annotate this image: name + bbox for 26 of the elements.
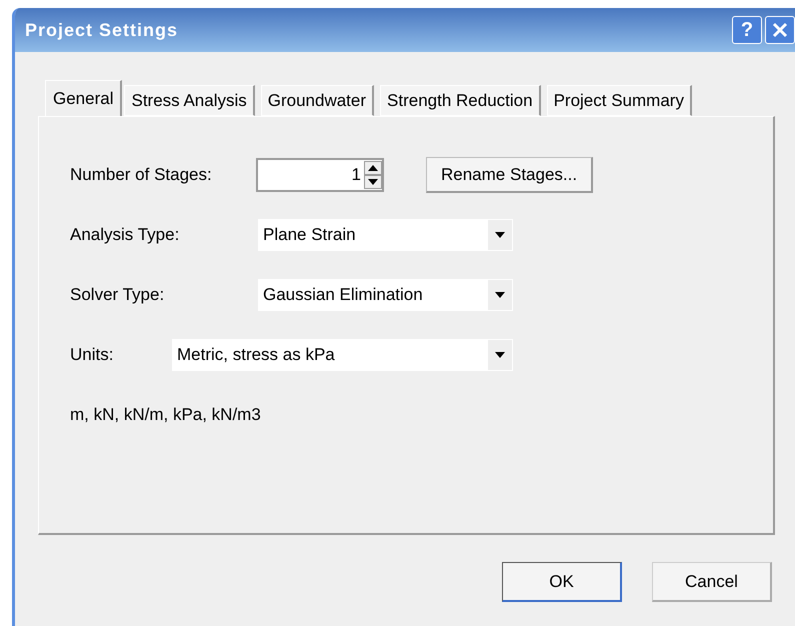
tab[interactable]: Groundwater — [260, 85, 374, 116]
field-label: Number of Stages: — [70, 165, 213, 185]
dropdown-arrow-icon — [495, 292, 505, 298]
tab[interactable]: General — [45, 80, 122, 116]
up-arrow-icon — [368, 165, 378, 171]
field-label: Solver Type: — [70, 285, 166, 305]
down-arrow-icon — [368, 179, 378, 185]
tab[interactable]: Project Summary — [546, 85, 692, 116]
tab[interactable]: Strength Reduction — [380, 85, 541, 116]
window-title: Project Settings — [25, 20, 180, 40]
close-icon — [771, 21, 789, 39]
dropdown[interactable]: Plane Strain — [258, 219, 513, 251]
field-label: Units: — [70, 345, 114, 365]
help-button[interactable]: ? — [732, 16, 762, 44]
dropdown[interactable]: Metric, stress as kPa — [172, 339, 513, 371]
dialog-button[interactable]: Cancel — [652, 562, 772, 602]
dropdown-arrow-icon — [495, 232, 505, 238]
close-button[interactable] — [765, 16, 795, 44]
dropdown-arrow-icon — [495, 352, 505, 358]
field-label: Analysis Type: — [70, 225, 180, 245]
units-summary: m, kN, kN/m, kPa, kN/m3 — [70, 405, 261, 425]
dropdown[interactable]: Gaussian Elimination — [258, 279, 513, 311]
stages-spinner[interactable]: 1 — [256, 158, 384, 192]
rename-stages-button[interactable]: Rename Stages... — [426, 157, 594, 193]
dialog-button[interactable]: OK — [502, 562, 622, 602]
tab[interactable]: Stress Analysis — [124, 85, 255, 116]
